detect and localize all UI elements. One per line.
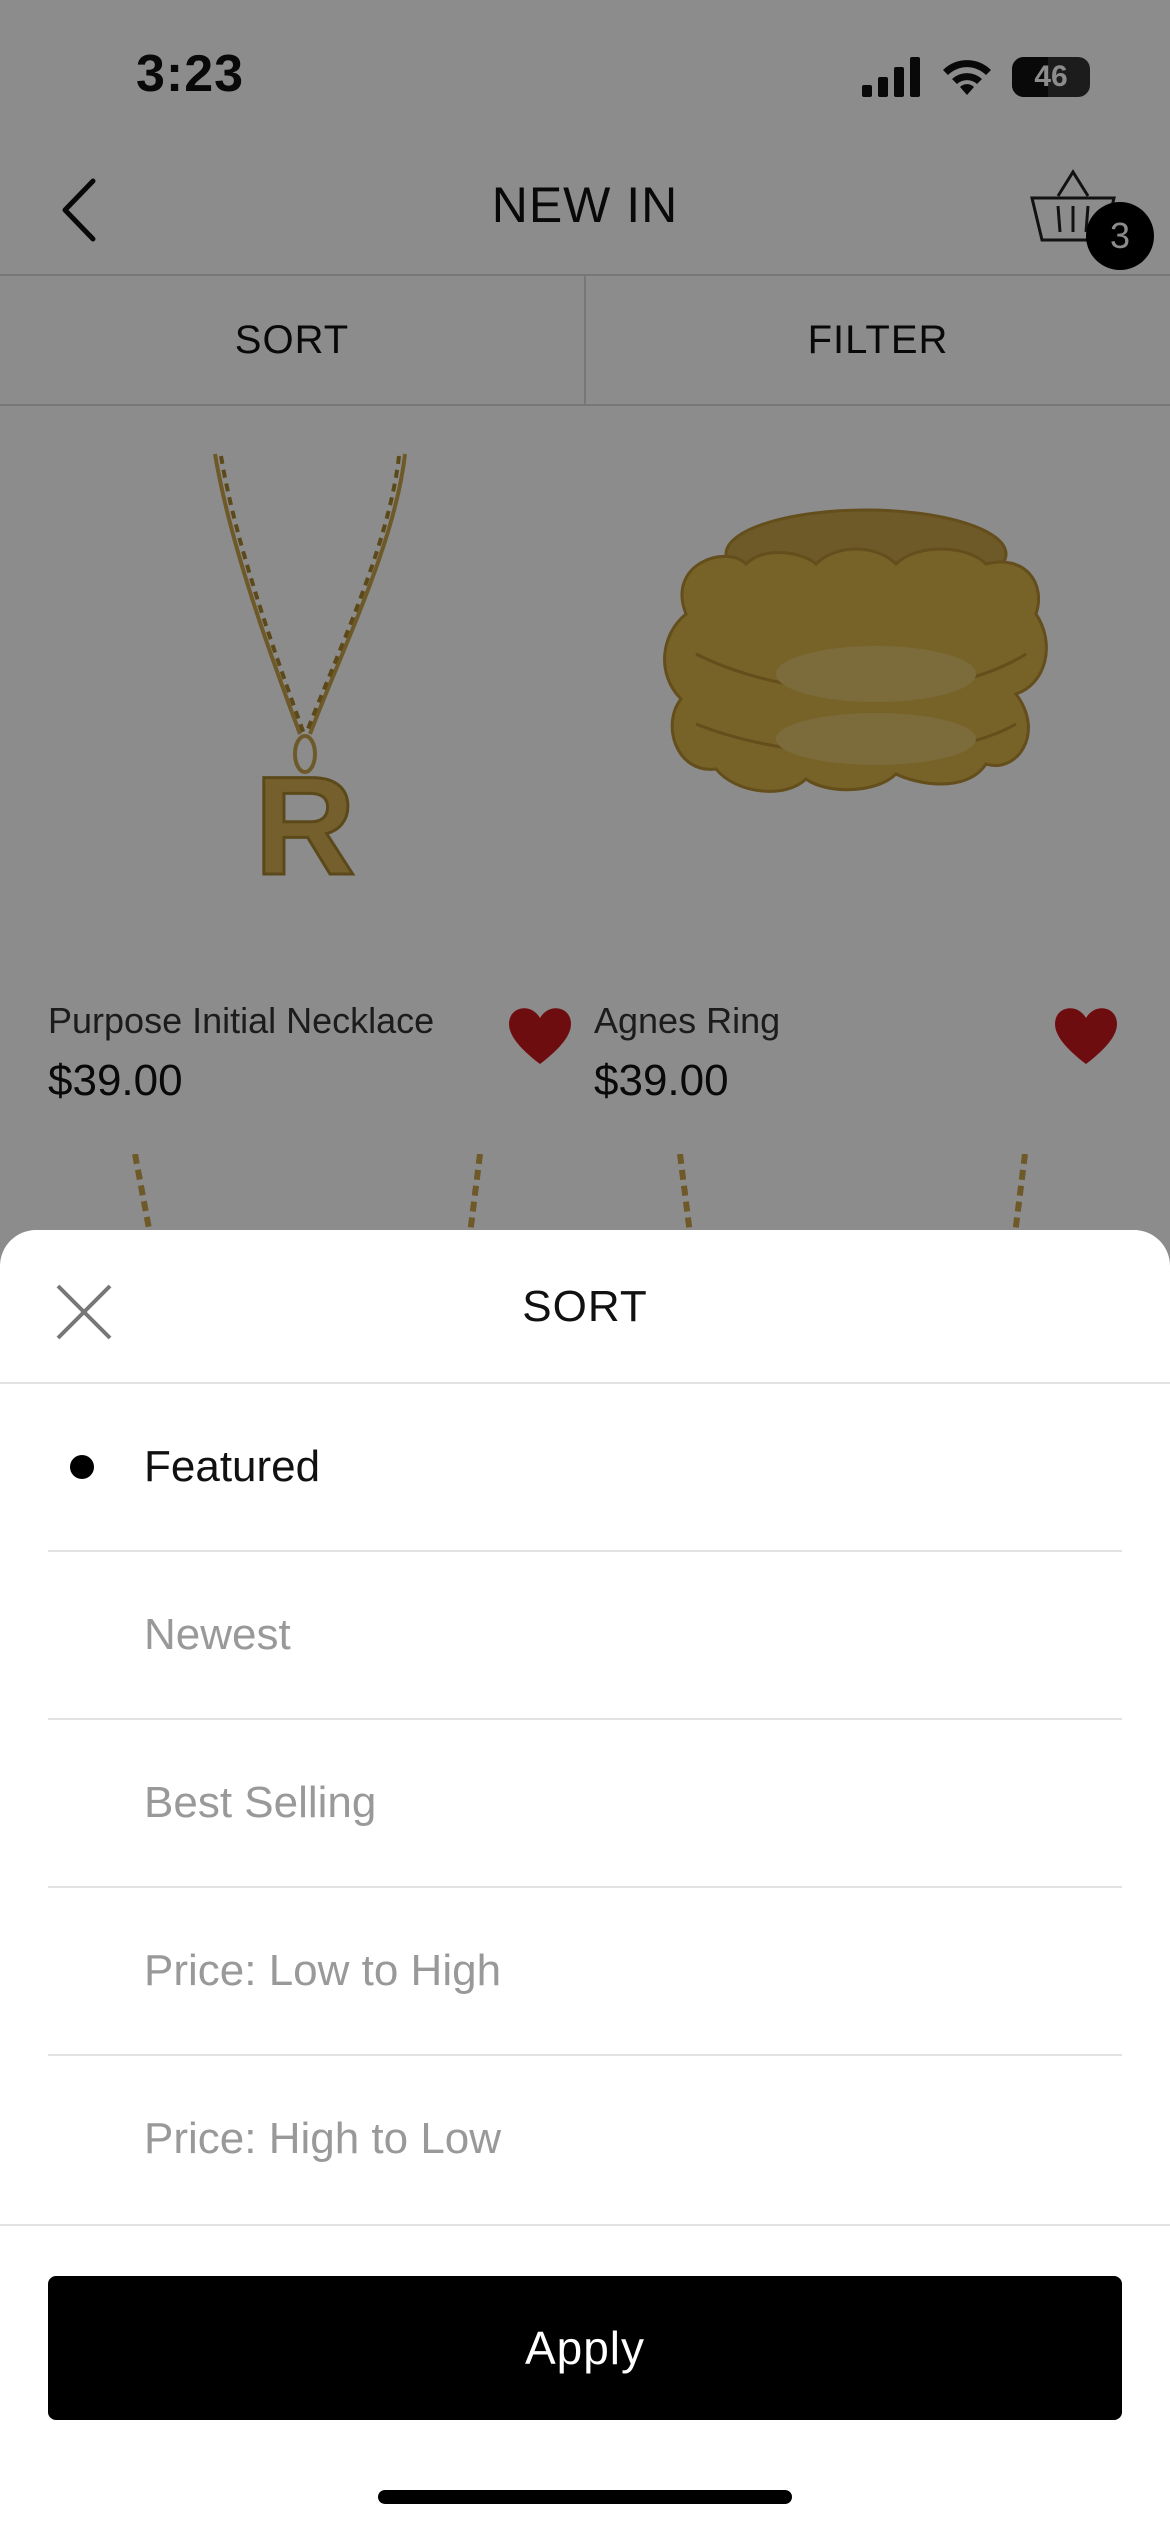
sort-options-list: Featured Newest Best Selling Price: Low … [48,1384,1122,2222]
sort-option-label: Best Selling [144,1778,377,1827]
sort-option-price-low-high[interactable]: Price: Low to High [48,1888,1122,2056]
selected-dot-icon [70,1455,94,1479]
home-indicator [378,2490,792,2504]
divider [0,2224,1170,2226]
sort-sheet-header: SORT [0,1230,1170,1384]
sort-sheet: SORT Featured Newest Best Selling Price:… [0,1230,1170,2532]
sort-option-label: Featured [144,1442,321,1491]
sort-option-label: Newest [144,1610,291,1659]
sort-option-price-high-low[interactable]: Price: High to Low [48,2056,1122,2222]
apply-button[interactable]: Apply [48,2276,1122,2420]
sort-option-label: Price: Low to High [144,1946,502,1995]
sort-option-featured[interactable]: Featured [48,1384,1122,1552]
sort-option-label: Price: High to Low [144,2114,502,2163]
sort-option-newest[interactable]: Newest [48,1552,1122,1720]
sort-option-best-selling[interactable]: Best Selling [48,1720,1122,1888]
sort-sheet-title: SORT [522,1282,648,1331]
product-list-screen: 3:23 46 NEW IN 3 SORT FILTER R Purpose I… [0,0,1170,2532]
